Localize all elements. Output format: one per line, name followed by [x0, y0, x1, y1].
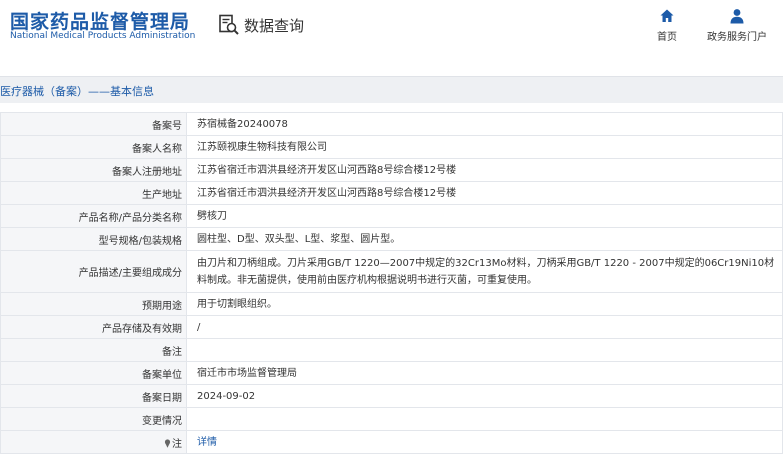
- table-row: 备案单位 宿迁市市场监督管理局: [0, 361, 783, 385]
- row-label: 变更情况: [0, 407, 187, 431]
- document-search-icon: [219, 14, 239, 35]
- row-label: 备注: [0, 338, 187, 362]
- table-row: 备注: [0, 338, 783, 362]
- table-row: 生产地址 江苏省宿迁市泗洪县经济开发区山河西路8号综合楼12号楼: [0, 181, 783, 205]
- row-value: 由刀片和刀柄组成。刀片采用GB/T 1220—2007中规定的32Cr13Mo材…: [186, 250, 783, 293]
- row-label: 备案日期: [0, 384, 187, 408]
- row-value: [186, 338, 783, 362]
- note-value-cell: 详情: [186, 430, 783, 454]
- row-label: 生产地址: [0, 181, 187, 205]
- row-label: 产品存储及有效期: [0, 315, 187, 339]
- row-label: 备案人注册地址: [0, 158, 187, 182]
- row-value: 江苏颐视康生物科技有限公司: [186, 135, 783, 159]
- table-row: 预期用途 用于切割眼组织。: [0, 292, 783, 316]
- site-logo-cn[interactable]: 国家药品监督管理局: [10, 7, 190, 34]
- table-row: 注 详情: [0, 430, 783, 454]
- user-icon: [730, 9, 744, 24]
- row-value: 用于切割眼组织。: [186, 292, 783, 316]
- row-label: 产品名称/产品分类名称: [0, 204, 187, 228]
- row-label: 备案人名称: [0, 135, 187, 159]
- table-row: 产品存储及有效期 /: [0, 315, 783, 339]
- note-label: 注: [172, 438, 182, 450]
- nav-home[interactable]: 首页: [650, 8, 684, 43]
- row-value: 江苏省宿迁市泗洪县经济开发区山河西路8号综合楼12号楼: [186, 158, 783, 182]
- table-row: 备案日期 2024-09-02: [0, 384, 783, 408]
- table-row: 备案人注册地址 江苏省宿迁市泗洪县经济开发区山河西路8号综合楼12号楼: [0, 158, 783, 182]
- section-title: 医疗器械（备案）——基本信息: [0, 85, 154, 98]
- data-query-heading: 数据查询: [218, 12, 304, 38]
- table-row: 备案人名称 江苏颐视康生物科技有限公司: [0, 135, 783, 159]
- row-label: 产品描述/主要组成成分: [0, 250, 187, 293]
- table-row: 变更情况: [0, 407, 783, 431]
- home-icon: [660, 9, 674, 22]
- section-bar: 医疗器械（备案）——基本信息: [0, 76, 783, 103]
- table-row: 备案号 苏宿械备20240078: [0, 112, 783, 136]
- table-row: 产品描述/主要组成成分 由刀片和刀柄组成。刀片采用GB/T 1220—2007中…: [0, 250, 783, 293]
- row-value: 江苏省宿迁市泗洪县经济开发区山河西路8号综合楼12号楼: [186, 181, 783, 205]
- row-value: 劈核刀: [186, 204, 783, 228]
- data-query-title: 数据查询: [244, 16, 305, 35]
- pin-icon: [164, 438, 171, 448]
- row-value: 圆柱型、D型、双头型、L型、浆型、圆片型。: [186, 227, 783, 251]
- row-label: 预期用途: [0, 292, 187, 316]
- nav-service-portal-label: 政务服务门户: [707, 32, 767, 43]
- details-link[interactable]: 详情: [197, 437, 217, 448]
- site-logo-en: National Medical Products Administration: [10, 31, 196, 41]
- row-label: 型号规格/包装规格: [0, 227, 187, 251]
- table-row: 型号规格/包装规格 圆柱型、D型、双头型、L型、浆型、圆片型。: [0, 227, 783, 251]
- nav-service-portal[interactable]: 政务服务门户: [702, 8, 772, 43]
- site-header: 国家药品监督管理局 National Medical Products Admi…: [0, 0, 783, 62]
- row-label: 备案号: [0, 112, 187, 136]
- row-value: 2024-09-02: [186, 384, 783, 408]
- table-row: 产品名称/产品分类名称 劈核刀: [0, 204, 783, 228]
- row-label: 备案单位: [0, 361, 187, 385]
- row-value: /: [186, 315, 783, 339]
- note-label-cell: 注: [0, 430, 187, 454]
- row-value: 苏宿械备20240078: [186, 112, 783, 136]
- row-value: 宿迁市市场监督管理局: [186, 361, 783, 385]
- record-info-table: 备案号 苏宿械备20240078 备案人名称 江苏颐视康生物科技有限公司 备案人…: [0, 112, 783, 454]
- nav-home-label: 首页: [657, 32, 677, 43]
- row-value: [186, 407, 783, 431]
